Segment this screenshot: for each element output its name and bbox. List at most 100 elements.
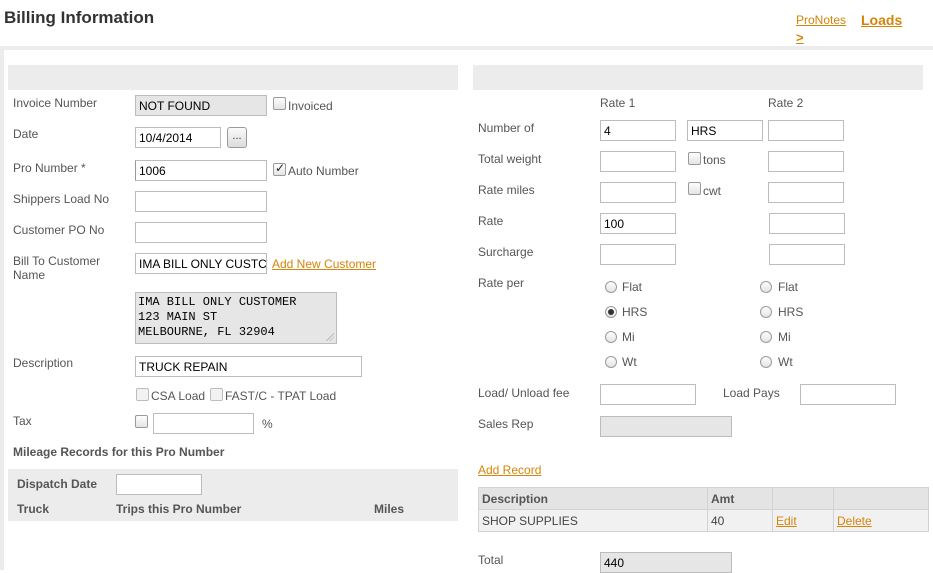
rate-rate2-field[interactable] [769, 213, 845, 234]
bill-to-customer-field[interactable]: IMA BILL ONLY CUSTC [135, 253, 267, 274]
add-record-link[interactable]: Add Record [478, 463, 541, 477]
records-col-edit [772, 487, 834, 510]
records-col-description: Description [478, 487, 708, 510]
load-unload-fee-field[interactable] [600, 384, 696, 405]
auto-number-checkbox[interactable] [273, 161, 286, 176]
invoiced-label: Invoiced [288, 99, 333, 113]
surcharge-label: Surcharge [478, 245, 534, 259]
add-new-customer-link[interactable]: Add New Customer [272, 257, 376, 271]
rate2-flat-radio[interactable] [760, 281, 772, 293]
csa-load-checkbox[interactable] [136, 388, 149, 401]
record-amt: 40 [707, 509, 773, 532]
number-of-rate2-field[interactable] [768, 120, 844, 141]
mileage-col-miles: Miles [374, 502, 405, 516]
rate1-wt-label: Wt [622, 355, 637, 369]
tax-checkbox[interactable] [135, 415, 148, 428]
rate2-mi-label: Mi [778, 330, 791, 344]
cwt-label: cwt [703, 184, 721, 198]
auto-number-label: Auto Number [288, 164, 359, 178]
tons-label: tons [703, 153, 726, 167]
page-title: Billing Information [4, 8, 155, 27]
resize-grip-icon[interactable] [326, 333, 334, 341]
sales-rep-label: Sales Rep [478, 417, 534, 431]
fast-tpat-load-checkbox[interactable] [210, 388, 223, 401]
csa-load-label: CSA Load [151, 389, 206, 403]
number-of-unit-field[interactable]: HRS [687, 120, 763, 141]
tax-field[interactable] [153, 413, 254, 434]
records-table: Description Amt SHOP SUPPLIES 40 Edit De… [478, 487, 929, 532]
loads-link[interactable]: Loads [861, 12, 902, 28]
rate-rate1-field[interactable]: 100 [600, 213, 676, 234]
rate2-wt-radio[interactable] [760, 356, 772, 368]
rate1-header: Rate 1 [600, 96, 636, 110]
date-label: Date [13, 127, 39, 141]
pronotes-link[interactable]: ProNotes [796, 13, 846, 27]
pro-number-field[interactable]: 1006 [135, 160, 267, 181]
rate-miles-rate2-field[interactable] [768, 182, 844, 203]
description-field[interactable]: TRUCK REPAIN [135, 356, 362, 377]
edit-record-link[interactable]: Edit [776, 514, 797, 528]
delete-record-link[interactable]: Delete [837, 514, 872, 528]
load-unload-fee-label: Load/ Unload fee [478, 386, 570, 400]
record-delete-cell: Delete [833, 509, 929, 532]
customer-address-text: IMA BILL ONLY CUSTOMER 123 MAIN ST MELBO… [138, 295, 297, 339]
description-label: Description [13, 356, 74, 370]
rate1-flat-label: Flat [622, 280, 643, 294]
invoice-number-label: Invoice Number [13, 96, 98, 110]
tax-percent-label: % [262, 417, 273, 431]
rate-label: Rate [478, 214, 504, 228]
rate1-mi-label: Mi [622, 330, 635, 344]
records-col-amt: Amt [707, 487, 773, 510]
cwt-checkbox[interactable] [688, 182, 701, 195]
surcharge-rate1-field[interactable] [600, 244, 676, 265]
rate1-flat-radio[interactable] [605, 281, 617, 293]
rate-miles-label: Rate miles [478, 183, 535, 197]
date-picker-button[interactable]: ... [227, 127, 247, 148]
rate2-mi-radio[interactable] [760, 331, 772, 343]
invoiced-checkbox[interactable] [273, 97, 286, 110]
rate1-wt-radio[interactable] [605, 356, 617, 368]
tons-checkbox[interactable] [688, 152, 701, 165]
total-weight-rate1-field[interactable] [600, 151, 676, 172]
tax-label: Tax [13, 414, 32, 428]
number-of-label: Number of [478, 121, 535, 135]
customer-po-no-label: Customer PO No [13, 223, 105, 237]
total-label: Total [478, 553, 504, 567]
right-panel-header [473, 65, 923, 90]
record-description: SHOP SUPPLIES [478, 509, 708, 532]
dispatch-date-label: Dispatch Date [17, 477, 98, 491]
rate-miles-rate1-field[interactable] [600, 182, 676, 203]
rate2-wt-label: Wt [778, 355, 793, 369]
load-pays-field[interactable] [800, 384, 896, 405]
rate2-flat-label: Flat [778, 280, 799, 294]
fast-tpat-load-label: FAST/C - TPAT Load [225, 389, 337, 403]
rate1-hrs-label: HRS [622, 305, 648, 319]
mileage-col-trips: Trips this Pro Number [116, 502, 242, 516]
rate-per-label: Rate per [478, 276, 525, 290]
date-field[interactable]: 10/4/2014 [135, 127, 221, 148]
shippers-load-no-field[interactable] [135, 191, 267, 212]
records-col-delete [833, 487, 929, 510]
dispatch-date-field[interactable] [116, 474, 202, 495]
customer-address-textarea[interactable]: IMA BILL ONLY CUSTOMER 123 MAIN ST MELBO… [135, 292, 337, 344]
total-weight-rate2-field[interactable] [768, 151, 844, 172]
table-row: SHOP SUPPLIES 40 Edit Delete [478, 509, 929, 532]
records-header-row: Description Amt [478, 487, 929, 510]
load-pays-label: Load Pays [723, 386, 780, 400]
bill-to-customer-label: Bill To Customer Name [13, 254, 101, 282]
mileage-heading: Mileage Records for this Pro Number [13, 445, 225, 459]
rate1-hrs-radio[interactable] [605, 306, 617, 318]
customer-po-no-field[interactable] [135, 222, 267, 243]
pro-number-label: Pro Number * [13, 161, 86, 175]
rate1-mi-radio[interactable] [605, 331, 617, 343]
rate2-header: Rate 2 [768, 96, 804, 110]
total-weight-label: Total weight [478, 152, 542, 166]
sales-rep-field[interactable] [600, 416, 732, 437]
rate2-hrs-radio[interactable] [760, 306, 772, 318]
surcharge-rate2-field[interactable] [769, 244, 845, 265]
rate2-hrs-label: HRS [778, 305, 804, 319]
number-of-rate1-field[interactable]: 4 [600, 120, 676, 141]
invoice-number-field[interactable]: NOT FOUND [135, 95, 267, 116]
shippers-load-no-label: Shippers Load No [13, 192, 110, 206]
loads-arrow-link[interactable]: > [796, 30, 804, 45]
